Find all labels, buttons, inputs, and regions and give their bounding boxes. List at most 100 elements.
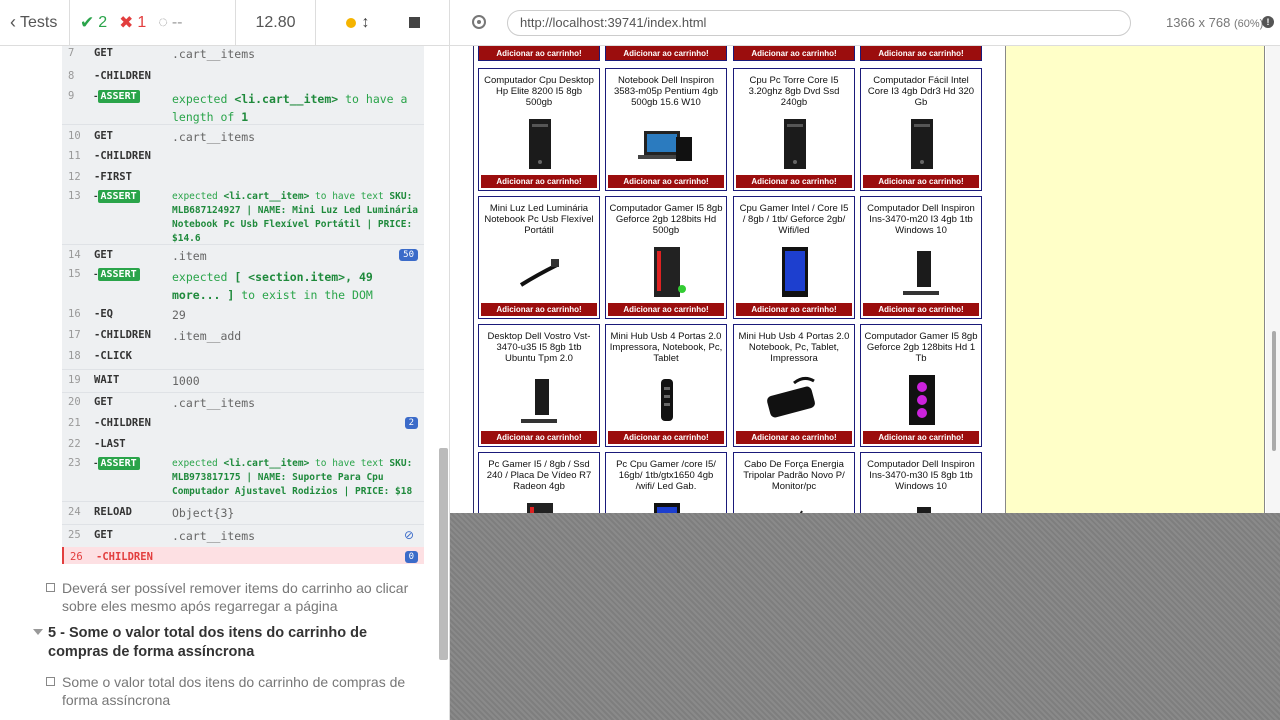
product-image bbox=[899, 501, 943, 513]
add-to-cart-button[interactable]: Adicionar ao carrinho! bbox=[481, 303, 597, 316]
product-card: Mini Hub Usb 4 Portas 2.0 Notebook, Pc, … bbox=[733, 324, 855, 447]
command-row[interactable]: 12 -FIRST bbox=[62, 169, 424, 190]
product-image bbox=[899, 117, 943, 171]
command-row[interactable]: 24 RELOAD Object{3} bbox=[62, 502, 424, 524]
add-to-cart-button[interactable]: Adicionar ao carrinho! bbox=[863, 175, 979, 188]
add-to-cart-button[interactable]: Adicionar ao carrinho! bbox=[733, 46, 855, 61]
product-card: Computador Dell Inspiron Ins-3470-m30 I5… bbox=[860, 452, 982, 513]
command-row[interactable]: 8 -CHILDREN bbox=[62, 67, 424, 88]
product-title: Desktop Dell Vostro Vst-3470-u35 I5 8gb … bbox=[487, 331, 591, 364]
product-image bbox=[638, 117, 692, 171]
command-row[interactable]: 21 -CHILDREN 2 bbox=[62, 415, 424, 436]
cart-panel bbox=[1005, 46, 1265, 513]
product-card: Notebook Dell Inspiron 3583-m05p Pentium… bbox=[605, 68, 727, 191]
failed-command-row[interactable]: 26 -CHILDREN 0 bbox=[62, 547, 424, 564]
add-to-cart-button[interactable]: Adicionar ao carrinho! bbox=[481, 175, 597, 188]
spinner-icon: ◌ bbox=[158, 13, 168, 31]
product-card: Computador Fácil Intel Core I3 4gb Ddr3 … bbox=[860, 68, 982, 191]
assert-row[interactable]: 15 - ASSERT expected [ <section.item>, 49… bbox=[62, 266, 424, 306]
product-title: Computador Gamer I5 8gb Geforce 2gb 128b… bbox=[864, 331, 978, 364]
assert-row[interactable]: 23 - ASSERT expected <li.cart__item> to h… bbox=[62, 457, 424, 501]
eye-slash-icon[interactable]: ⊘ bbox=[404, 528, 414, 542]
product-card: Cabo De Força Energia Tripolar Padrão No… bbox=[733, 452, 855, 513]
add-to-cart-button[interactable]: Adicionar ao carrinho! bbox=[736, 303, 852, 316]
command-row[interactable]: 19 WAIT 1000 bbox=[62, 370, 424, 392]
reporter-header: ‹ Tests ✔ 2 ✖ 1 ◌ -- 12.80 ↕ bbox=[0, 0, 450, 46]
add-to-cart-button[interactable]: Adicionar ao carrinho! bbox=[736, 431, 852, 444]
add-to-cart-button[interactable]: Adicionar ao carrinho! bbox=[481, 431, 597, 444]
product-card: Desktop Dell Vostro Vst-3470-u35 I5 8gb … bbox=[478, 324, 600, 447]
product-image bbox=[899, 373, 943, 427]
stop-icon[interactable] bbox=[408, 17, 420, 28]
product-title: Notebook Dell Inspiron 3583-m05p Pentium… bbox=[613, 75, 719, 108]
product-card: Cpu Gamer Intel / Core I5 / 8gb / 1tb/ G… bbox=[733, 196, 855, 319]
run-controls: ↕ bbox=[316, 0, 450, 46]
add-to-cart-button[interactable]: Adicionar ao carrinho! bbox=[608, 303, 724, 316]
product-title: Mini Luz Led Luminária Notebook Pc Usb F… bbox=[484, 203, 594, 236]
assert-badge: ASSERT bbox=[97, 190, 140, 203]
auto-scroll-toggle[interactable]: ↕ bbox=[345, 13, 370, 32]
command-row[interactable]: 18 -CLICK bbox=[62, 348, 424, 369]
assert-row[interactable]: 13 - ASSERT expected <li.cart__item> to h… bbox=[62, 190, 424, 244]
assert-badge: ASSERT bbox=[97, 457, 140, 470]
product-title: Computador Dell Inspiron Ins-3470-m20 I3… bbox=[867, 203, 975, 236]
test-remove-after-reload[interactable]: Deverá ser possível remover items do car… bbox=[46, 579, 418, 615]
assert-row[interactable]: 9 - ASSERT expected <li.cart__item> to ha… bbox=[62, 88, 424, 124]
command-row[interactable]: 20 GET .cart__items bbox=[62, 393, 424, 415]
duration: 12.80 bbox=[236, 0, 316, 46]
add-to-cart-button[interactable]: Adicionar ao carrinho! bbox=[863, 431, 979, 444]
command-row[interactable]: 17 -CHILDREN .item__add bbox=[62, 327, 424, 348]
suite-title[interactable]: 5 - Some o valor total dos itens do carr… bbox=[48, 624, 418, 662]
product-card: Computador Cpu Desktop Hp Elite 8200 I5 … bbox=[478, 68, 600, 191]
command-row[interactable]: 16 -EQ 29 bbox=[62, 306, 424, 327]
product-title: Computador Gamer I5 8gb Geforce 2gb 128b… bbox=[609, 203, 723, 236]
product-card: Cpu Pc Torre Core I5 3.20ghz 8gb Dvd Ssd… bbox=[733, 68, 855, 191]
product-grid: Adicionar ao carrinho! Adicionar ao carr… bbox=[473, 46, 1008, 513]
product-title: Computador Dell Inspiron Ins-3470-m30 I5… bbox=[867, 459, 975, 492]
add-to-cart-button[interactable]: Adicionar ao carrinho! bbox=[863, 303, 979, 316]
command-row[interactable]: 10 GET .cart__items bbox=[62, 125, 424, 148]
add-to-cart-button[interactable]: Adicionar ao carrinho! bbox=[605, 46, 727, 61]
app-under-test: Adicionar ao carrinho! Adicionar ao carr… bbox=[450, 46, 1280, 513]
product-card: Computador Gamer I5 8gb Geforce 2gb 128b… bbox=[860, 324, 982, 447]
add-to-cart-button[interactable]: Adicionar ao carrinho! bbox=[478, 46, 600, 61]
product-image bbox=[772, 245, 816, 299]
add-to-cart-button[interactable]: Adicionar ao carrinho! bbox=[608, 175, 724, 188]
command-row[interactable]: 25 GET .cart__items ⊘ bbox=[62, 525, 424, 547]
command-row[interactable]: 22 -LAST bbox=[62, 436, 424, 457]
product-title: Cpu Pc Torre Core I5 3.20ghz 8gb Dvd Ssd… bbox=[748, 75, 840, 108]
product-title: Cabo De Força Energia Tripolar Padrão No… bbox=[743, 459, 845, 492]
caret-down-icon[interactable] bbox=[33, 629, 43, 635]
command-row[interactable]: 11 -CHILDREN bbox=[62, 148, 424, 169]
product-title: Computador Cpu Desktop Hp Elite 8200 I5 … bbox=[484, 75, 594, 108]
product-image bbox=[772, 117, 816, 171]
test-stats: ✔ 2 ✖ 1 ◌ -- bbox=[70, 0, 236, 46]
assert-badge: ASSERT bbox=[97, 268, 140, 281]
url-bar[interactable]: http://localhost:39741/index.html bbox=[507, 10, 1131, 36]
product-image bbox=[517, 501, 561, 513]
product-image bbox=[899, 245, 943, 299]
command-row[interactable]: 14 GET .item 50 bbox=[62, 245, 424, 266]
count-badge: 50 bbox=[399, 249, 418, 261]
test-sum-total[interactable]: Some o valor total dos itens do carrinho… bbox=[46, 673, 418, 709]
count-badge: 0 bbox=[404, 551, 418, 563]
product-card: Computador Dell Inspiron Ins-3470-m20 I3… bbox=[860, 196, 982, 319]
reporter-scrollbar[interactable] bbox=[439, 448, 448, 660]
info-icon[interactable]: ! bbox=[1262, 16, 1274, 28]
app-scrollbar-thumb[interactable] bbox=[1272, 331, 1276, 451]
passed-count: ✔ 2 bbox=[80, 12, 108, 32]
updown-arrow-icon: ↕ bbox=[361, 13, 370, 31]
selector-playground-icon[interactable] bbox=[472, 15, 486, 29]
product-card: Pc Gamer I5 / 8gb / Ssd 240 / Placa De V… bbox=[478, 452, 600, 513]
product-card: Pc Cpu Gamer /core I5/ 16gb/ 1tb/gtx1650… bbox=[605, 452, 727, 513]
command-row[interactable]: 7 GET .cart__items bbox=[62, 46, 424, 67]
product-image bbox=[517, 245, 561, 299]
product-title: Pc Gamer I5 / 8gb / Ssd 240 / Placa De V… bbox=[486, 459, 592, 492]
status-dot-icon bbox=[345, 17, 356, 28]
add-to-cart-button[interactable]: Adicionar ao carrinho! bbox=[860, 46, 982, 61]
product-title: Pc Cpu Gamer /core I5/ 16gb/ 1tb/gtx1650… bbox=[616, 459, 716, 492]
checkbox-icon bbox=[46, 677, 55, 686]
add-to-cart-button[interactable]: Adicionar ao carrinho! bbox=[608, 431, 724, 444]
add-to-cart-button[interactable]: Adicionar ao carrinho! bbox=[736, 175, 852, 188]
tests-button[interactable]: ‹ Tests bbox=[0, 0, 70, 46]
